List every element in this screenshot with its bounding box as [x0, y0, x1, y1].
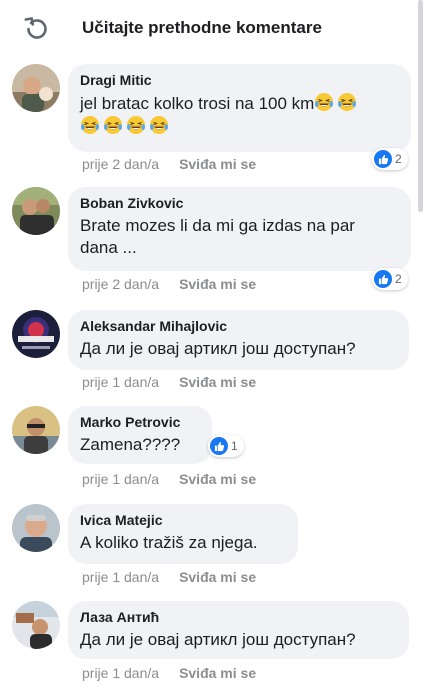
laughing-tears-emoji-icon [103, 116, 126, 136]
laughing-tears-emoji-icon [337, 93, 360, 113]
like-button[interactable]: Sviđa mi se [179, 276, 256, 292]
like-button[interactable]: Sviđa mi se [179, 374, 256, 390]
load-previous-comments-link[interactable]: Učitajte prethodne komentare [82, 18, 322, 38]
avatar[interactable] [12, 64, 60, 112]
comment-time[interactable]: prije 2 dan/a [82, 276, 159, 292]
load-previous-comments-bar[interactable]: Učitajte prethodne komentare [0, 0, 425, 56]
comment-author[interactable]: Boban Zivkovic [80, 194, 399, 212]
reaction-count: 2 [395, 272, 402, 286]
comment-author[interactable]: Aleksandar Mihajlovic [80, 317, 397, 335]
laughing-tears-emoji-icon [126, 116, 149, 136]
like-reaction-icon [374, 150, 392, 168]
comment-text: jel bratac kolko trosi na 100 km [80, 92, 399, 138]
comment-meta: prije 1 dan/a Sviđa mi se [82, 471, 256, 487]
refresh-icon[interactable] [24, 15, 50, 41]
comment-bubble[interactable]: Boban Zivkovic Brate mozes li da mi ga i… [68, 187, 411, 271]
reaction-count-badge[interactable]: 2 [372, 148, 408, 170]
comment-text: Да ли је овај артикл још доступан? [80, 339, 356, 358]
like-reaction-icon [210, 437, 228, 455]
like-button[interactable]: Sviđa mi se [179, 471, 256, 487]
avatar[interactable] [12, 601, 60, 649]
comment-author[interactable]: Ivica Matejic [80, 511, 286, 529]
avatar[interactable] [12, 187, 60, 235]
comment-bubble[interactable]: Aleksandar Mihajlovic Да ли је овај арти… [68, 310, 409, 370]
comment-author[interactable]: Marko Petrovic [80, 413, 200, 431]
avatar[interactable] [12, 504, 60, 552]
scrollbar[interactable] [418, 0, 423, 212]
comment-time[interactable]: prije 1 dan/a [82, 665, 159, 681]
laughing-tears-emoji-icon [80, 116, 103, 136]
reaction-count: 1 [231, 439, 238, 453]
comment-text: Zamena???? [80, 435, 181, 454]
comment-author[interactable]: Dragi Mitic [80, 71, 399, 89]
comment-time[interactable]: prije 1 dan/a [82, 569, 159, 585]
reaction-count-badge[interactable]: 1 [208, 435, 244, 457]
comment-meta: prije 1 dan/a Sviđa mi se [82, 665, 256, 681]
comment-author[interactable]: Лаза Антић [80, 608, 397, 626]
comment-text: Да ли је овај артикл још доступан? [80, 630, 356, 649]
like-reaction-icon [374, 270, 392, 288]
comment-text-line: Brate mozes li da mi ga izdas na par [80, 216, 355, 235]
laughing-tears-emoji-icon [314, 93, 337, 113]
reaction-count: 2 [395, 152, 402, 166]
comment-time[interactable]: prije 1 dan/a [82, 471, 159, 487]
comment-text: A koliko tražiš za njega. [80, 533, 258, 552]
avatar[interactable] [12, 310, 60, 358]
like-button[interactable]: Sviđa mi se [179, 156, 256, 172]
comment-bubble[interactable]: Ivica Matejic A koliko tražiš za njega. [68, 504, 298, 564]
comment-text-content: jel bratac kolko trosi na 100 km [80, 94, 315, 113]
comment-bubble[interactable]: Marko Petrovic Zamena???? [68, 406, 212, 464]
comment-meta: prije 1 dan/a Sviđa mi se [82, 374, 256, 390]
comment-meta: prije 2 dan/a Sviđa mi se [82, 276, 256, 292]
comment-text-line: dana ... [80, 238, 137, 257]
comment-time[interactable]: prije 1 dan/a [82, 374, 159, 390]
laughing-tears-emoji-icon [149, 116, 172, 136]
comment-meta: prije 1 dan/a Sviđa mi se [82, 569, 256, 585]
comment-bubble[interactable]: Лаза Антић Да ли је овај артикл још дост… [68, 601, 409, 659]
comment-time[interactable]: prije 2 dan/a [82, 156, 159, 172]
comment-text: Brate mozes li da mi ga izdas na par dan… [80, 215, 399, 259]
like-button[interactable]: Sviđa mi se [179, 665, 256, 681]
like-button[interactable]: Sviđa mi se [179, 569, 256, 585]
avatar[interactable] [12, 406, 60, 454]
reaction-count-badge[interactable]: 2 [372, 268, 408, 290]
comment-bubble[interactable]: Dragi Mitic jel bratac kolko trosi na 10… [68, 64, 411, 152]
comment-meta: prije 2 dan/a Sviđa mi se [82, 156, 256, 172]
